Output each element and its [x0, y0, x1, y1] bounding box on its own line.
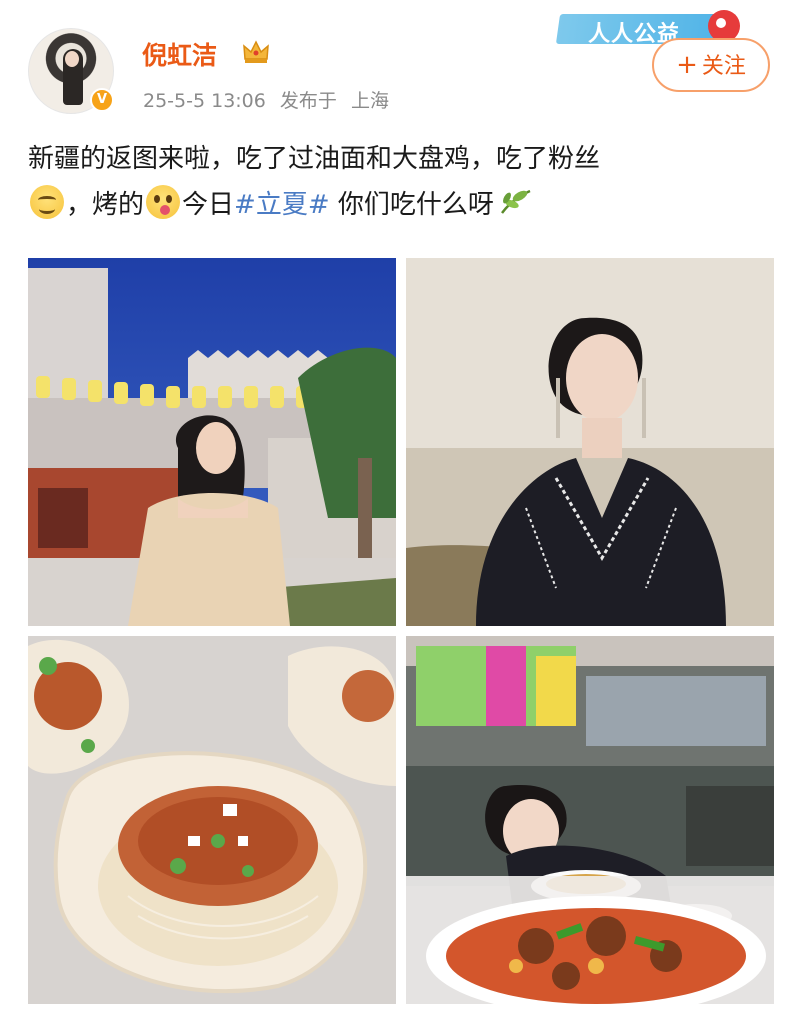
photo4-image [406, 636, 774, 1004]
post-meta: 25-5-5 13:06 发布于 上海 [143, 86, 397, 113]
photo1-image [28, 258, 396, 626]
verified-badge-icon: V [90, 88, 114, 112]
follow-button[interactable]: + 关注 [652, 38, 770, 92]
photo2-image [406, 258, 774, 626]
published-label: 发布于 [279, 90, 337, 112]
post-text-part4: 你们吃什么呀 [329, 190, 494, 220]
plus-icon: + [676, 50, 698, 80]
post-text: 新疆的返图来啦，吃了过油面和大盘鸡，吃了粉丝 ，烤的 今日#立夏# 你们吃什么呀 [28, 136, 778, 228]
smile-emoji-icon [30, 185, 64, 219]
hashtag-link[interactable]: #立夏# [234, 190, 330, 220]
yum-emoji-icon [146, 185, 181, 219]
photo-woman-bazaar-night[interactable] [28, 258, 396, 626]
photo-grilled-scallops-vermicelli[interactable] [28, 636, 396, 1004]
crown-icon [243, 40, 269, 63]
leaf-icon [500, 189, 531, 214]
follow-label: 关注 [701, 54, 746, 79]
avatar-face [65, 51, 79, 67]
post-header: V 倪虹洁 25-5-5 13:06 发布于 上海 人人公益 + 关注 [0, 0, 800, 120]
post-date: 25-5-5 13:06 [143, 90, 266, 112]
post-text-part3: 今日 [182, 190, 235, 220]
author-name[interactable]: 倪虹洁 [142, 36, 217, 72]
post-text-line1: 新疆的返图来啦，吃了过油面和大盘鸡，吃了粉丝 [28, 144, 601, 174]
post-location: 上海 [350, 90, 389, 112]
photo-woman-restaurant-dapanji[interactable] [406, 636, 774, 1004]
photo-grid [28, 258, 774, 1006]
photo-woman-black-jacket[interactable] [406, 258, 774, 626]
post-text-part2: ，烤的 [66, 190, 145, 220]
photo3-image [28, 636, 396, 1004]
